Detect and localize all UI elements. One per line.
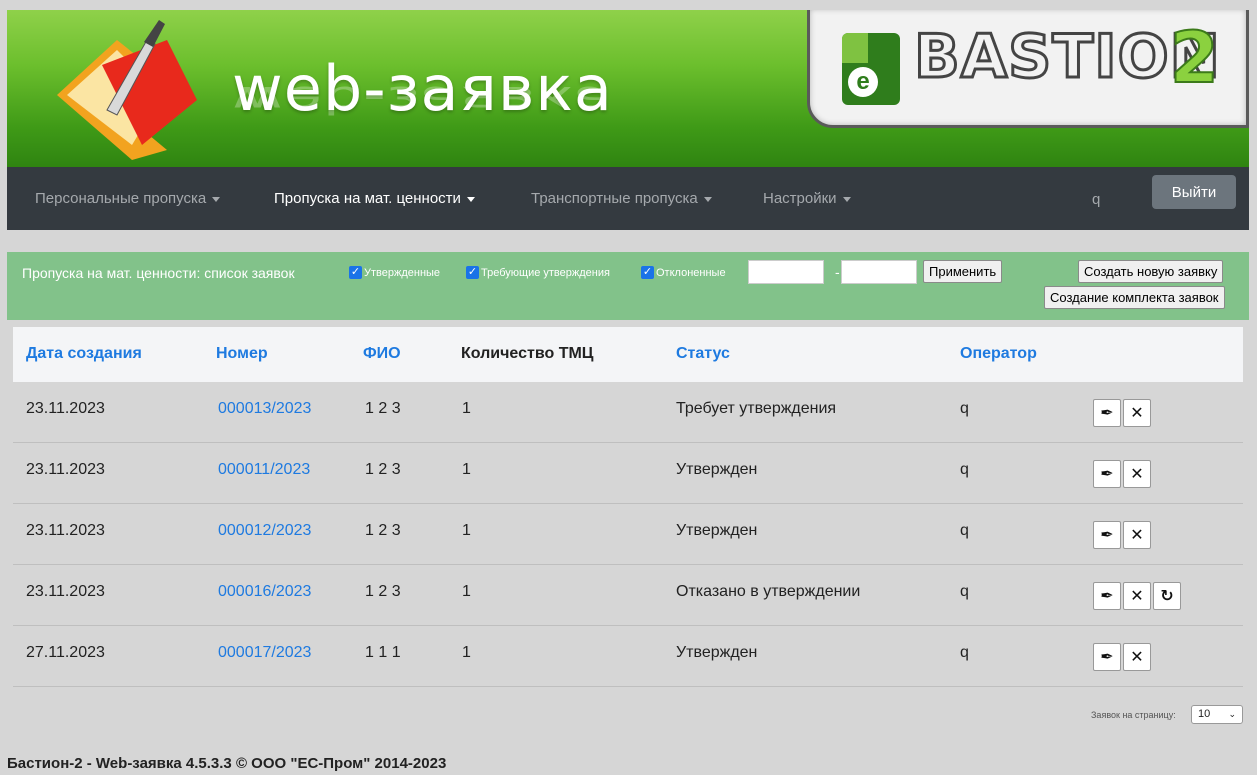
nav-settings[interactable]: Настройки [763,190,851,207]
current-user: q [1092,191,1101,208]
edit-button[interactable]: ✒ [1093,582,1121,610]
column-status[interactable]: Статус [676,345,730,363]
page-size-label: Заявок на страницу: [1091,710,1176,720]
cell-fio: 1 2 3 [365,583,401,600]
cell-qty: 1 [462,461,471,478]
main-navbar: Персональные пропуска Пропуска на мат. ц… [7,167,1249,230]
caret-down-icon [466,196,475,202]
cell-number-link[interactable]: 000016/2023 [218,583,311,601]
date-separator: - [835,264,840,280]
filter-rejected[interactable]: ✓ Отклоненные [641,266,726,279]
close-icon: ✕ [1130,405,1144,422]
table-row: 23.11.2023 000011/2023 1 2 3 1 Утвержден… [13,443,1243,504]
refresh-icon: ↻ [1160,588,1174,605]
cell-date: 23.11.2023 [26,522,105,539]
cell-operator: q [960,400,969,417]
column-operator[interactable]: Оператор [960,345,1037,363]
cell-date: 23.11.2023 [26,461,105,478]
filter-pending[interactable]: ✓ Требующие утверждения [466,266,610,279]
cell-status: Утвержден [676,461,758,478]
cell-operator: q [960,583,969,600]
filter-toolbar: Пропуска на мат. ценности: список заявок… [7,252,1249,320]
delete-button[interactable]: ✕ [1123,460,1151,488]
close-icon: ✕ [1130,588,1144,605]
cell-status: Требует утверждения [676,400,837,417]
checkbox-checked-icon[interactable]: ✓ [641,266,654,279]
cell-date: 27.11.2023 [26,644,105,661]
list-title: Пропуска на мат. ценности: список заявок [22,265,295,281]
date-to-input[interactable] [841,260,917,284]
edit-button[interactable]: ✒ [1093,521,1121,549]
cell-fio: 1 2 3 [365,522,401,539]
cell-qty: 1 [462,522,471,539]
cell-number-link[interactable]: 000011/2023 [218,461,310,479]
chevron-down-icon: ⌄ [1228,709,1236,719]
table-row: 27.11.2023 000017/2023 1 1 1 1 Утвержден… [13,626,1243,687]
date-from-input[interactable] [748,260,824,284]
restore-button[interactable]: ↻ [1153,582,1181,610]
cell-qty: 1 [462,400,471,417]
app-title-reflection: web-заявка [232,77,613,122]
cell-fio: 1 2 3 [365,461,401,478]
app-header: web-заявка web-заявка e BASTION 2 [7,10,1249,167]
delete-button[interactable]: ✕ [1123,399,1151,427]
pen-icon: ✒ [1100,466,1114,483]
checkbox-checked-icon[interactable]: ✓ [349,266,362,279]
delete-button[interactable]: ✕ [1123,643,1151,671]
checkbox-checked-icon[interactable]: ✓ [466,266,479,279]
nav-transport-passes[interactable]: Транспортные пропуска [531,190,712,207]
pen-icon: ✒ [1100,527,1114,544]
cell-number-link[interactable]: 000017/2023 [218,644,311,662]
cell-fio: 1 1 1 [365,644,401,661]
cell-date: 23.11.2023 [26,583,105,600]
brand-number: 2 [1169,17,1220,99]
nav-material-passes[interactable]: Пропуска на мат. ценности [274,190,475,207]
cell-number-link[interactable]: 000012/2023 [218,522,311,540]
delete-button[interactable]: ✕ [1123,521,1151,549]
table-row: 23.11.2023 000012/2023 1 2 3 1 Утвержден… [13,504,1243,565]
edit-button[interactable]: ✒ [1093,643,1121,671]
cell-status: Отказано в утверждении [676,583,861,600]
table-row: 23.11.2023 000016/2023 1 2 3 1 Отказано … [13,565,1243,626]
filter-approved[interactable]: ✓ Утвержденные [349,266,440,279]
column-fio[interactable]: ФИО [363,345,401,363]
column-date[interactable]: Дата создания [26,345,142,363]
close-icon: ✕ [1130,466,1144,483]
pen-icon: ✒ [1100,588,1114,605]
cell-date: 23.11.2023 [26,400,105,417]
cell-operator: q [960,644,969,661]
caret-down-icon [212,196,221,202]
cell-qty: 1 [462,583,471,600]
app-logo-icon [57,20,197,160]
pen-icon: ✒ [1100,649,1114,666]
column-qty: Количество ТМЦ [461,345,594,362]
cell-status: Утвержден [676,644,758,661]
apply-button[interactable]: Применить [923,260,1003,283]
page-size-select[interactable]: 10 ⌄ [1191,705,1243,724]
caret-down-icon [842,196,851,202]
create-request-set-button[interactable]: Создание комплекта заявок [1044,286,1225,309]
cell-fio: 1 2 3 [365,400,401,417]
create-request-button[interactable]: Создать новую заявку [1078,260,1224,283]
close-icon: ✕ [1130,527,1144,544]
caret-down-icon [703,196,712,202]
cell-operator: q [960,461,969,478]
column-number[interactable]: Номер [216,345,268,363]
brand-e-icon: e [842,33,900,105]
close-icon: ✕ [1130,649,1144,666]
cell-operator: q [960,522,969,539]
edit-button[interactable]: ✒ [1093,399,1121,427]
logout-button[interactable]: Выйти [1152,175,1236,209]
cell-qty: 1 [462,644,471,661]
footer-copyright: Бастион-2 - Web-заявка 4.5.3.3 © ООО "ЕС… [7,755,447,772]
pen-icon: ✒ [1100,405,1114,422]
edit-button[interactable]: ✒ [1093,460,1121,488]
cell-number-link[interactable]: 000013/2023 [218,400,311,418]
table-header: Дата создания Номер ФИО Количество ТМЦ С… [13,327,1243,382]
brand-logo: e BASTION 2 [807,10,1249,128]
nav-personal-passes[interactable]: Персональные пропуска [35,190,221,207]
table-row: 23.11.2023 000013/2023 1 2 3 1 Требует у… [13,382,1243,443]
delete-button[interactable]: ✕ [1123,582,1151,610]
cell-status: Утвержден [676,522,758,539]
